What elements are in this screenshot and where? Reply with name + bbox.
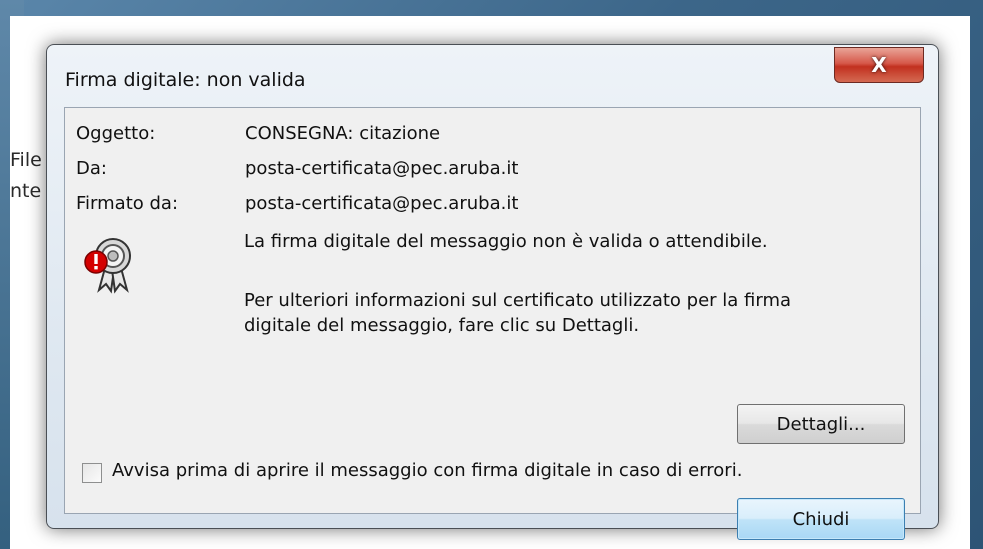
subject-label: Oggetto: <box>76 123 156 144</box>
signed-by-value: posta-certificata@pec.aruba.it <box>245 193 519 214</box>
dialog-title: Firma digitale: non valida <box>65 69 306 91</box>
warn-checkbox[interactable] <box>82 463 102 483</box>
dialog-titlebar[interactable]: Firma digitale: non valida X <box>47 45 938 109</box>
certificate-warning-icon <box>84 238 131 294</box>
dialog-content: Oggetto: CONSEGNA: citazione Da: posta-c… <box>64 107 921 540</box>
invalid-signature-message: La firma digitale del messaggio non è va… <box>244 231 768 252</box>
close-button[interactable]: Chiudi <box>737 498 905 540</box>
from-value: posta-certificata@pec.aruba.it <box>245 158 519 179</box>
warn-checkbox-label[interactable]: Avvisa prima di aprire il messaggio con … <box>112 460 742 481</box>
from-label: Da: <box>76 158 107 179</box>
subject-value: CONSEGNA: citazione <box>245 123 441 144</box>
info-message-line1: Per ulteriori informazioni sul certifica… <box>244 290 792 311</box>
signature-dialog: Firma digitale: non valida X Oggetto: CO… <box>46 44 939 540</box>
info-message-line2: digitale del messaggio, fare clic su Det… <box>244 315 640 336</box>
close-window-button[interactable]: X <box>834 47 924 83</box>
details-button[interactable]: Dettagli... <box>737 404 905 444</box>
close-icon: X <box>871 53 887 77</box>
signed-by-label: Firmato da: <box>76 193 179 214</box>
